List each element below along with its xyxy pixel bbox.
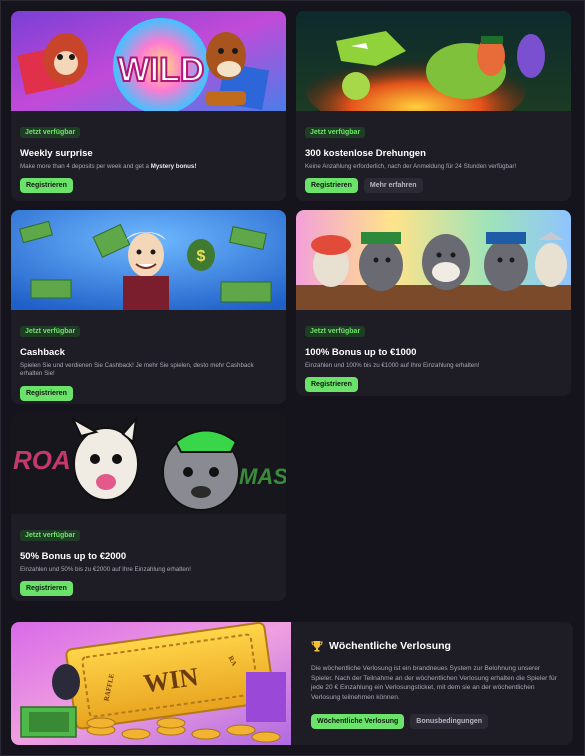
raffle-title-row: Wöchentliche Verlosung: [311, 640, 561, 652]
register-button[interactable]: Registrieren: [20, 581, 73, 597]
promo-title: 300 kostenlose Drehungen: [305, 148, 426, 159]
status-badge: Jetzt verfügbar: [305, 127, 366, 138]
raffle-info: Wöchentliche Verlosung Die wöchentliche …: [311, 640, 561, 730]
register-button[interactable]: Registrieren: [20, 178, 73, 194]
promo-description: Einzahlen und 50% bis zu €2000 auf Ihre …: [20, 566, 191, 573]
promo-title: Weekly surprise: [20, 148, 93, 159]
trophy-icon: [311, 640, 323, 652]
promo-card-free-spins: Jetzt verfügbar 300 kostenlose Drehungen…: [296, 11, 571, 201]
promo-title: 100% Bonus up to €1000: [305, 347, 417, 358]
art-text-right: MAS: [239, 464, 286, 489]
promo-image-weekly-surprise: WILD: [11, 11, 286, 111]
promo-image-100-bonus: [296, 210, 571, 310]
register-button[interactable]: Registrieren: [20, 385, 73, 401]
wild-art-text: WILD: [118, 51, 205, 89]
register-button[interactable]: Registrieren: [305, 178, 358, 194]
bonus-terms-button[interactable]: Bonusbedingungen: [410, 714, 489, 730]
raffle-image: WIN RAFFLE RA: [11, 622, 291, 745]
promo-description: Make more than 4 deposits per week and g…: [20, 163, 277, 171]
promo-card-100-bonus: Jetzt verfügbar 100% Bonus up to €1000 E…: [296, 210, 571, 396]
status-badge: Jetzt verfügbar: [305, 326, 366, 337]
promo-title: Cashback: [20, 347, 65, 358]
promo-card-cashback: $ Jetzt verfügbar Cashback Spielen Sie u…: [11, 210, 286, 404]
promo-description: Spielen Sie und verdienen Sie Cashback! …: [20, 362, 254, 378]
art-text-left: ROA: [13, 445, 71, 475]
raffle-description: Die wöchentliche Verlosung ist ein brand…: [311, 665, 557, 701]
promo-card-50-bonus: ROA MAS Jetzt verfügbar 50% Bonus up to …: [11, 414, 286, 601]
promo-description: Einzahlen und 100% bis zu €1000 auf Ihre…: [305, 362, 480, 369]
promo-image-cashback: $: [11, 210, 286, 310]
status-badge: Jetzt verfügbar: [20, 127, 81, 138]
promo-description: Keine Anzahlung erforderlich, nach der A…: [305, 163, 517, 170]
money-bag-icon: $: [197, 248, 206, 265]
promo-image-free-spins: [296, 11, 571, 111]
status-badge: Jetzt verfügbar: [20, 530, 81, 541]
raffle-title: Wöchentliche Verlosung: [329, 640, 451, 652]
status-badge: Jetzt verfügbar: [20, 326, 81, 337]
weekly-raffle-button[interactable]: Wöchentliche Verlosung: [311, 714, 405, 730]
learn-more-button[interactable]: Mehr erfahren: [363, 178, 423, 194]
promo-description-text: Make more than 4 deposits per week and g…: [20, 163, 151, 170]
weekly-raffle-banner: WIN RAFFLE RA Wöchentliche Verlosung Die…: [11, 622, 573, 745]
promo-card-weekly-surprise: WILD Jetzt verfügbar Weekly surprise Mak…: [11, 11, 286, 201]
promo-title: 50% Bonus up to €2000: [20, 551, 127, 562]
promo-description-highlight: Mystery bonus!: [150, 163, 197, 170]
register-button[interactable]: Registrieren: [305, 377, 358, 393]
promo-image-50-bonus: ROA MAS: [11, 414, 286, 514]
